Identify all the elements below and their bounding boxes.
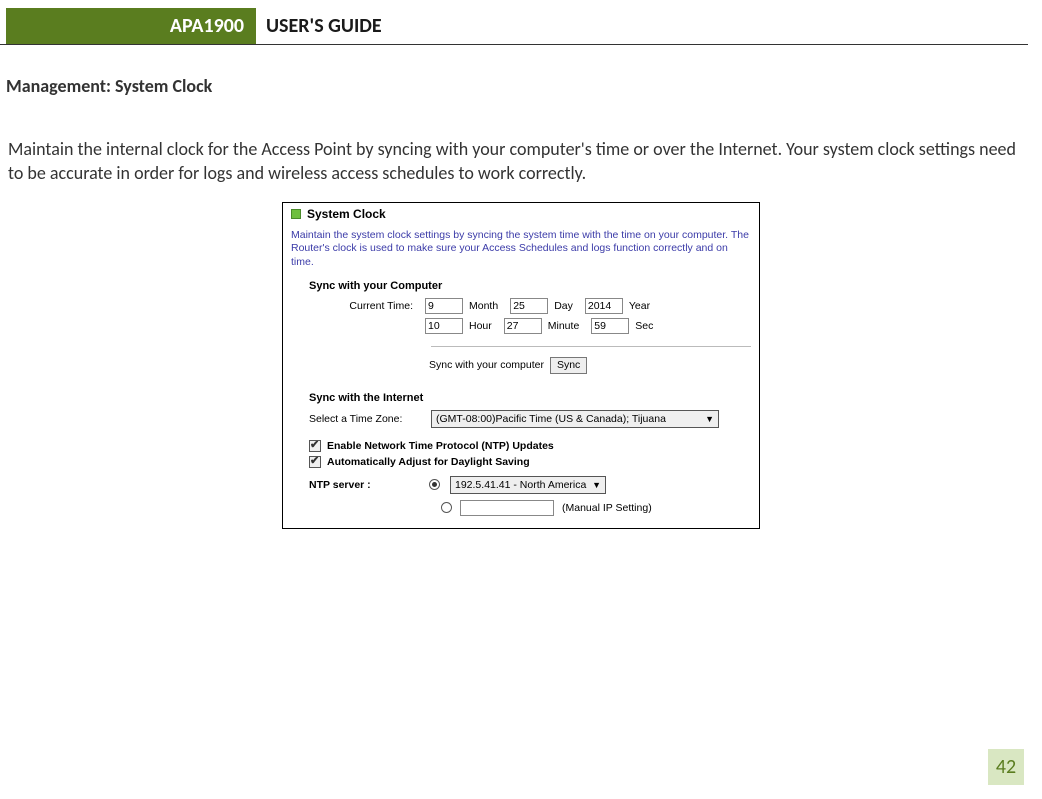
page-number: 42 <box>988 749 1024 785</box>
dst-row: Automatically Adjust for Daylight Saving <box>309 456 751 468</box>
ntp-enable-checkbox[interactable] <box>309 440 321 452</box>
ntp-server-select[interactable]: 192.5.41.41 - North America ▼ <box>450 476 606 494</box>
ntp-server-radio-manual[interactable] <box>441 502 452 513</box>
day-unit: Day <box>554 300 573 312</box>
month-input[interactable] <box>425 298 463 314</box>
sec-unit: Sec <box>635 320 653 332</box>
panel-description: Maintain the system clock settings by sy… <box>291 229 751 270</box>
timezone-select[interactable]: (GMT-08:00)Pacific Time (US & Canada); T… <box>431 410 719 428</box>
section-heading: Management: System Clock <box>6 75 1042 97</box>
current-time-row-1: Current Time: Month Day Year <box>309 298 751 314</box>
sync-button-row: Sync with your computer Sync <box>429 357 751 374</box>
guide-title: USER'S GUIDE <box>256 8 382 44</box>
ntp-server-label: NTP server : <box>309 479 419 491</box>
current-time-row-2: Hour Minute Sec <box>309 318 751 334</box>
product-badge: APA1900 <box>6 8 256 44</box>
manual-ip-row: (Manual IP Setting) <box>441 500 751 516</box>
system-clock-panel: System Clock Maintain the system clock s… <box>282 202 760 529</box>
sec-input[interactable] <box>591 318 629 334</box>
panel-title-row: System Clock <box>291 207 751 221</box>
timezone-row: Select a Time Zone: (GMT-08:00)Pacific T… <box>309 410 751 428</box>
chevron-down-icon: ▼ <box>592 480 601 490</box>
timezone-label: Select a Time Zone: <box>309 413 419 425</box>
sync-button[interactable]: Sync <box>550 357 587 374</box>
divider <box>431 346 751 347</box>
doc-header: APA1900 USER'S GUIDE <box>0 8 1028 45</box>
ntp-server-value: 192.5.41.41 - North America <box>455 479 586 491</box>
hour-input[interactable] <box>425 318 463 334</box>
year-unit: Year <box>629 300 650 312</box>
month-unit: Month <box>469 300 498 312</box>
panel-title: System Clock <box>307 207 386 221</box>
body-paragraph: Maintain the internal clock for the Acce… <box>8 137 1028 186</box>
minute-unit: Minute <box>548 320 580 332</box>
year-input[interactable] <box>585 298 623 314</box>
square-icon <box>291 209 301 219</box>
screenshot-panel-wrap: System Clock Maintain the system clock s… <box>0 202 1042 529</box>
sync-internet-heading: Sync with the Internet <box>309 392 751 404</box>
ntp-enable-row: Enable Network Time Protocol (NTP) Updat… <box>309 440 751 452</box>
ntp-server-row: NTP server : 192.5.41.41 - North America… <box>309 476 751 494</box>
manual-ip-label: (Manual IP Setting) <box>562 502 652 514</box>
sync-inline-label: Sync with your computer <box>429 359 544 371</box>
timezone-value: (GMT-08:00)Pacific Time (US & Canada); T… <box>436 413 666 425</box>
dst-checkbox[interactable] <box>309 456 321 468</box>
current-time-label: Current Time: <box>309 300 419 312</box>
sync-computer-heading: Sync with your Computer <box>309 280 751 292</box>
manual-ip-input[interactable] <box>460 500 554 516</box>
ntp-server-radio-preset[interactable] <box>429 479 440 490</box>
hour-unit: Hour <box>469 320 492 332</box>
ntp-enable-label: Enable Network Time Protocol (NTP) Updat… <box>327 440 554 452</box>
chevron-down-icon: ▼ <box>705 414 714 424</box>
day-input[interactable] <box>510 298 548 314</box>
dst-label: Automatically Adjust for Daylight Saving <box>327 456 530 468</box>
minute-input[interactable] <box>504 318 542 334</box>
